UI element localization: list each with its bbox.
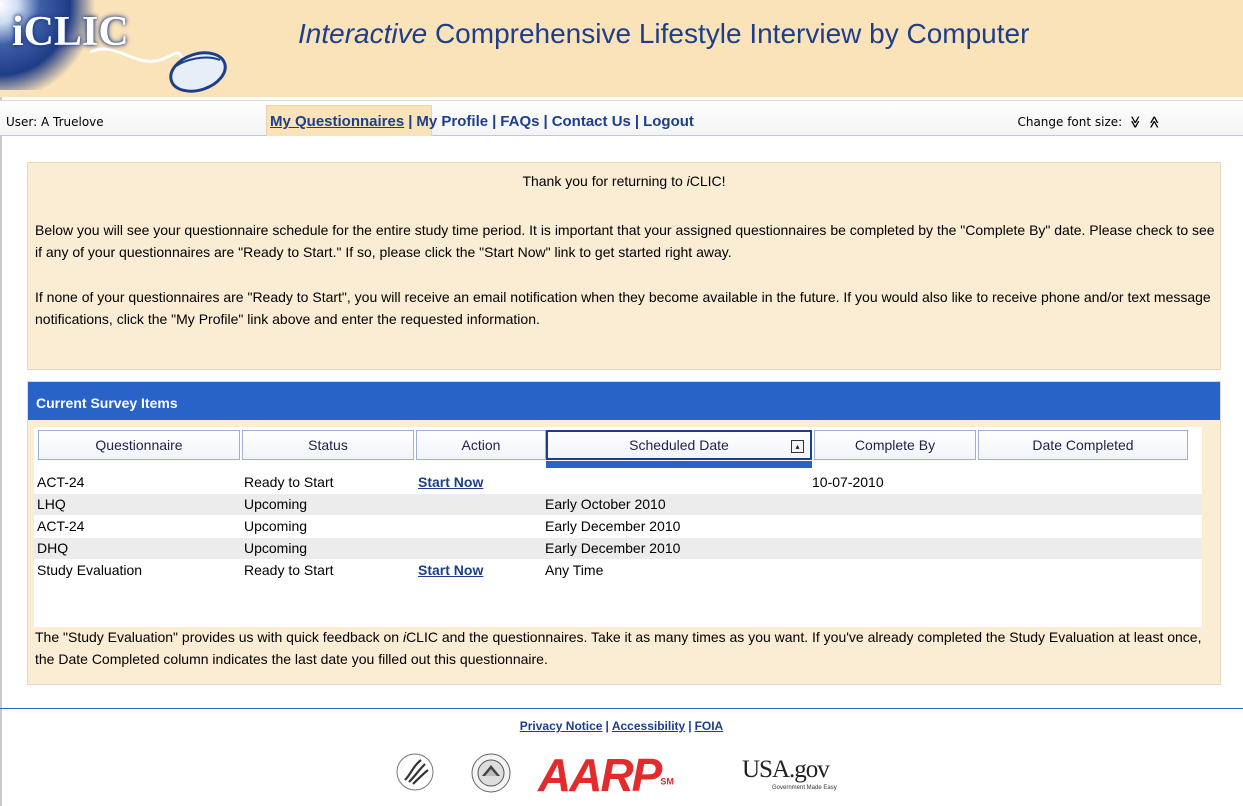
cell-questionnaire: ACT-24 (37, 474, 85, 490)
scheduled-date-label: Scheduled Date (629, 437, 729, 453)
font-increase-icon[interactable]: ≪ (1148, 116, 1162, 129)
nih-seal-logo[interactable] (470, 752, 512, 794)
note-prefix: The "Study Evaluation" provides us with … (35, 629, 403, 645)
column-header-action[interactable]: Action (416, 430, 546, 460)
intro-paragraph-2: If none of your questionnaires are "Read… (35, 289, 1211, 327)
nav-separator: | (408, 113, 413, 130)
cell-scheduled-date: Early October 2010 (545, 496, 666, 512)
cell-status: Upcoming (244, 540, 308, 556)
nav-logout[interactable]: Logout (643, 113, 694, 130)
cell-questionnaire: LHQ (37, 496, 66, 512)
aarp-service-mark: SM (660, 776, 674, 787)
nav-my-profile[interactable]: My Profile (416, 113, 488, 130)
title-rest: Comprehensive Lifestyle Interview by Com… (427, 18, 1030, 49)
aarp-wordmark: AARP (538, 749, 662, 801)
main-nav: My Questionnaires | My Profile | FAQs | Contac… (270, 113, 694, 130)
foia-link[interactable]: FOIA (695, 719, 724, 733)
footer-separator: | (605, 719, 609, 733)
column-header-scheduled-date[interactable]: Scheduled Date ▴ (546, 430, 812, 460)
nav-contact-us[interactable]: Contact Us (552, 113, 631, 130)
cell-scheduled-date: Any Time (545, 562, 604, 578)
footer-links: Privacy Notice | Accessibility | FOIA (0, 719, 1243, 733)
survey-table: Questionnaire Status Action Scheduled Da… (34, 427, 1202, 627)
accessibility-link[interactable]: Accessibility (612, 719, 685, 733)
table-row: DHQ Upcoming Early December 2010 (34, 538, 1202, 559)
welcome-heading: Thank you for returning to iCLIC! (28, 173, 1220, 189)
nav-bar: User: A Truelove My Questionnaires | My Pr… (0, 100, 1243, 136)
cell-questionnaire: DHQ (37, 540, 69, 556)
cell-scheduled-date: Early December 2010 (545, 540, 681, 556)
partner-logos: AARPSM USA.gov Government Made Easy (0, 748, 1243, 806)
font-size-label: Change font size: (1017, 115, 1123, 129)
cell-questionnaire: ACT-24 (37, 518, 85, 534)
cell-status: Ready to Start (244, 474, 334, 490)
nav-my-questionnaires[interactable]: My Questionnaires (270, 113, 404, 130)
column-header-status[interactable]: Status (242, 430, 414, 460)
font-decrease-icon[interactable]: ≫ (1128, 116, 1142, 129)
font-size-control: Change font size: ≫ ≪ (1017, 115, 1161, 129)
footer-separator: | (688, 719, 692, 733)
cell-status: Upcoming (244, 496, 308, 512)
table-row: LHQ Upcoming Early October 2010 (34, 494, 1202, 515)
survey-panel-header: Current Survey Items (28, 382, 1220, 420)
page-title: Interactive Comprehensive Lifestyle Inte… (298, 18, 1029, 50)
study-evaluation-note: The "Study Evaluation" provides us with … (35, 626, 1205, 670)
privacy-notice-link[interactable]: Privacy Notice (520, 719, 603, 733)
usagov-wordmark: USA.gov (742, 756, 830, 783)
start-now-link[interactable]: Start Now (418, 562, 483, 578)
cell-action: Start Now (418, 474, 483, 490)
cell-complete-by: 10-07-2010 (812, 474, 884, 490)
title-italic: Interactive (298, 18, 428, 49)
usagov-logo[interactable]: USA.gov Government Made Easy (742, 756, 852, 796)
aarp-logo[interactable]: AARPSM (538, 748, 674, 801)
cell-action: Start Now (418, 562, 483, 578)
site-header: iCLIC Interactive Comprehensive Lifestyl… (0, 0, 1243, 97)
intro-paragraph-1: Below you will see your questionnaire sc… (35, 222, 1215, 260)
table-row: ACT-24 Upcoming Early December 2010 (34, 516, 1202, 537)
sorted-column-indicator (546, 461, 812, 468)
current-user: User: A Truelove (6, 115, 104, 129)
hhs-eagle-logo[interactable] (395, 752, 435, 792)
logo-text: iCLIC (12, 9, 129, 55)
welcome-panel: Thank you for returning to iCLIC! Below … (27, 162, 1221, 370)
nav-separator: | (492, 113, 497, 130)
cell-questionnaire: Study Evaluation (37, 562, 143, 578)
cell-status: Ready to Start (244, 562, 334, 578)
survey-heading: Current Survey Items (36, 395, 178, 411)
column-header-questionnaire[interactable]: Questionnaire (38, 430, 240, 460)
sort-ascending-icon[interactable]: ▴ (791, 440, 804, 453)
table-row: Study Evaluation Ready to Start Start No… (34, 560, 1202, 581)
table-row: ACT-24 Ready to Start Start Now 10-07-20… (34, 472, 1202, 493)
cell-status: Upcoming (244, 518, 308, 534)
welcome-prefix: Thank you for returning to (522, 173, 687, 189)
survey-panel: Current Survey Items Questionnaire Statu… (27, 381, 1221, 685)
column-header-complete-by[interactable]: Complete By (814, 430, 976, 460)
nav-separator: | (634, 113, 640, 130)
column-header-date-completed[interactable]: Date Completed (978, 430, 1188, 460)
nav-separator: | (543, 113, 548, 130)
welcome-suffix: CLIC! (689, 173, 726, 189)
iclic-logo[interactable]: iCLIC (0, 0, 245, 97)
start-now-link[interactable]: Start Now (418, 474, 483, 490)
cell-scheduled-date: Early December 2010 (545, 518, 681, 534)
footer-divider (0, 708, 1243, 709)
usagov-tagline: Government Made Easy (772, 785, 837, 791)
nav-faqs[interactable]: FAQs (500, 113, 539, 130)
